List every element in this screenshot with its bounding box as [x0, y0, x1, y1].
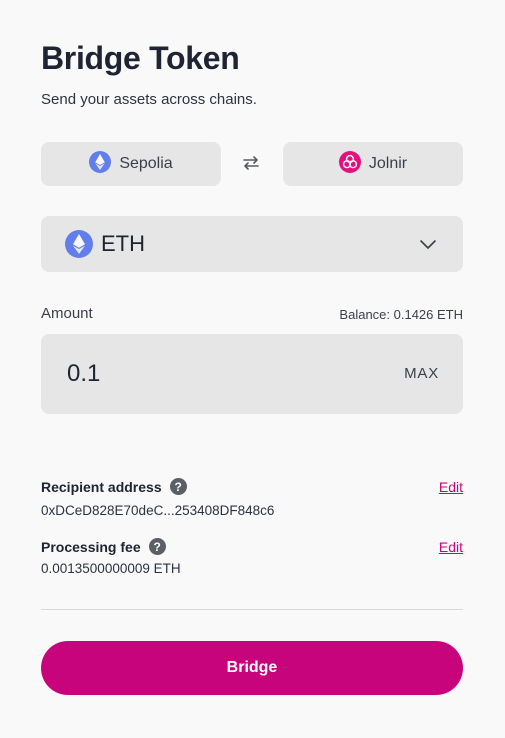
help-icon[interactable]: ? [148, 538, 166, 555]
balance-text: Balance: 0.1426 ETH [339, 307, 463, 322]
recipient-address-value: 0xDCeD828E70deC...253408DF848c6 [41, 503, 275, 518]
max-button[interactable]: MAX [404, 365, 439, 382]
ethereum-icon [89, 150, 112, 178]
chevron-down-icon [419, 235, 437, 258]
source-chain-button[interactable]: Sepolia [41, 142, 221, 186]
amount-input[interactable] [67, 356, 367, 392]
destination-chain-button[interactable]: Jolnir [283, 142, 463, 186]
bridge-button[interactable]: Bridge [41, 641, 463, 695]
amount-field: MAX [41, 334, 463, 414]
recipient-address-label: Recipient address ? [41, 478, 187, 495]
help-icon[interactable]: ? [169, 478, 187, 495]
ethereum-icon [65, 230, 93, 263]
destination-chain-label: Jolnir [368, 155, 408, 172]
recipient-address-label-text: Recipient address [41, 478, 162, 495]
token-select[interactable]: ETH [41, 216, 463, 272]
processing-fee-label: Processing fee ? [41, 538, 166, 555]
processing-fee-value: 0.0013500000009 ETH [41, 561, 181, 576]
edit-fee-link[interactable]: Edit [439, 539, 463, 555]
jolnir-icon [338, 150, 361, 178]
page-title: Bridge Token [41, 40, 240, 76]
page-subtitle: Send your assets across chains. [41, 91, 257, 108]
divider [41, 609, 463, 610]
amount-label: Amount [41, 305, 93, 322]
selected-token-label: ETH [101, 231, 145, 256]
source-chain-label: Sepolia [119, 155, 173, 172]
edit-recipient-link[interactable]: Edit [439, 479, 463, 495]
swap-arrows-icon[interactable] [240, 152, 262, 174]
processing-fee-label-text: Processing fee [41, 538, 141, 555]
